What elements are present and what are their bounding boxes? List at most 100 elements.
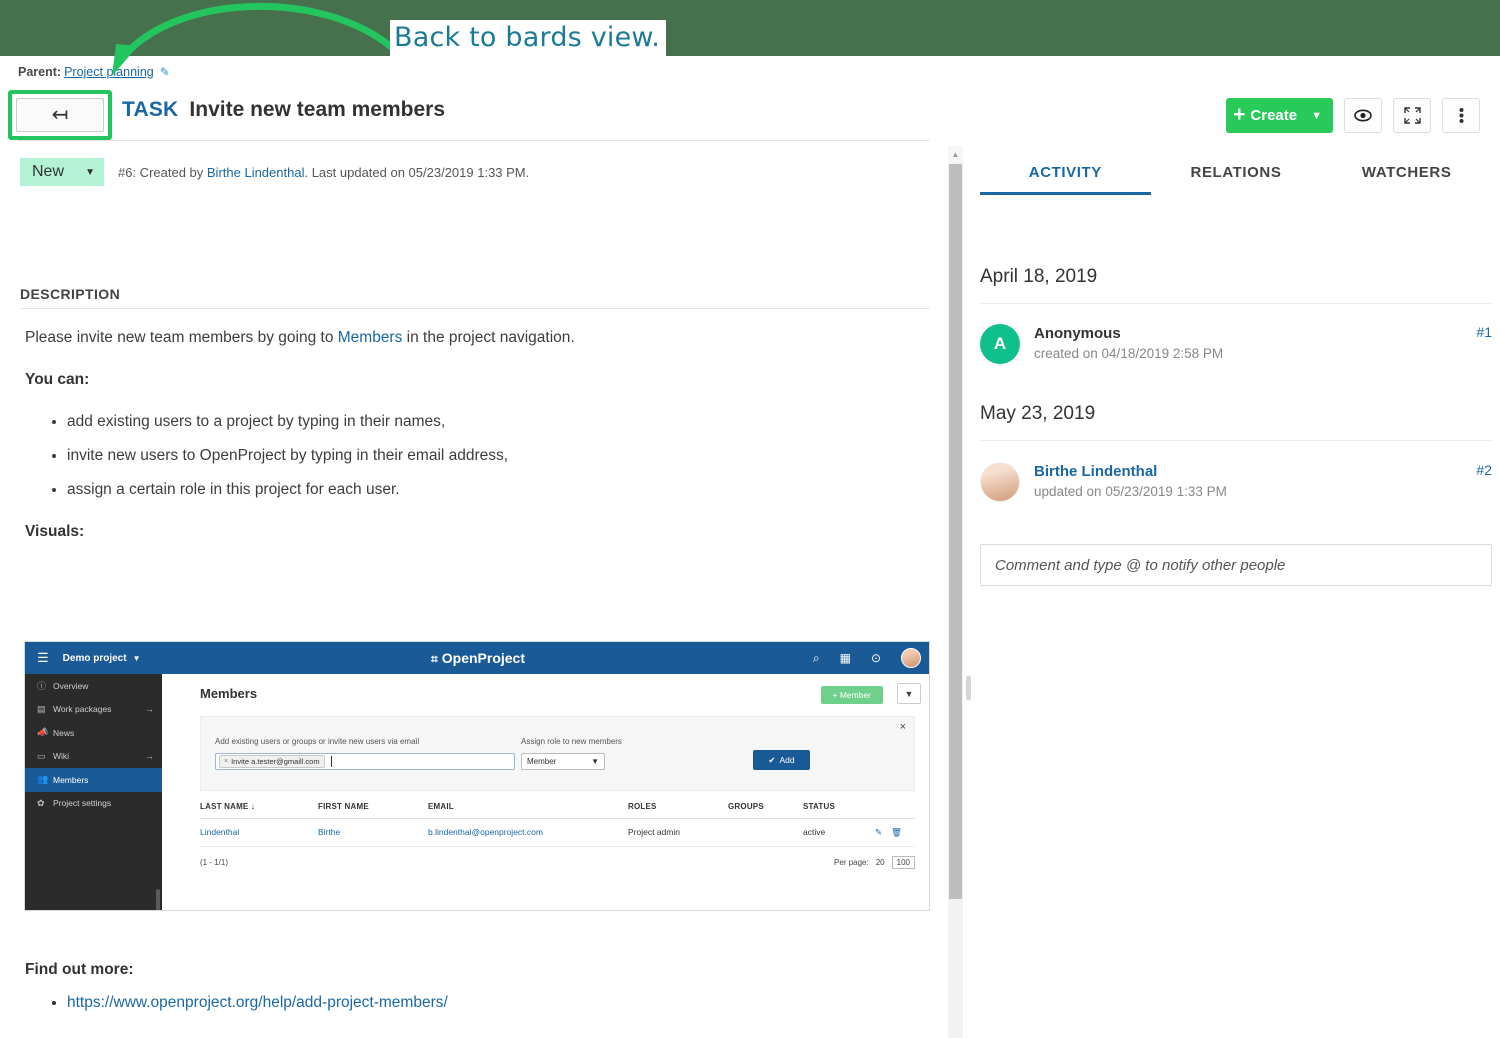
fullscreen-icon xyxy=(1403,107,1421,124)
close-icon: × xyxy=(899,721,906,733)
eye-icon xyxy=(1354,109,1372,122)
list-item: invite new users to OpenProject by typin… xyxy=(67,444,925,468)
annotation-callout-text: Back to bards view. xyxy=(390,20,666,57)
header-action-bar: + Create ▼ xyxy=(1226,98,1480,133)
table-row: Lindenthal Birthe b.lindenthal@openproje… xyxy=(200,819,915,847)
cell-email: b.lindenthal@openproject.com xyxy=(428,827,543,837)
cell-roles: Project admin xyxy=(628,827,680,837)
openproject-logo-icon: ⌗ xyxy=(430,651,438,666)
plus-icon: + xyxy=(1233,103,1246,126)
info-circle-icon: ⓘ xyxy=(37,681,47,692)
more-menu-button[interactable] xyxy=(1442,98,1480,133)
column-header-last-name: LAST NAME ↓ xyxy=(200,802,318,811)
tab-relations[interactable]: RELATIONS xyxy=(1151,164,1322,195)
embedded-main: Members + Member ▼ × Add existing users … xyxy=(162,674,929,910)
status-value: New xyxy=(32,163,65,180)
comment-input[interactable]: Comment and type @ to notify other peopl… xyxy=(980,544,1492,586)
invite-token-label: Invite a.tester@gmaill.com xyxy=(231,757,320,766)
back-to-list-button[interactable]: ↤ xyxy=(16,98,104,132)
status-badge[interactable]: New ▼ xyxy=(20,158,104,186)
chevron-down-icon: ▼ xyxy=(591,757,599,766)
work-package-subject[interactable]: Invite new team members xyxy=(189,98,445,122)
tab-activity[interactable]: ACTIVITY xyxy=(980,164,1151,195)
modules-grid-icon: ▦ xyxy=(839,651,851,665)
work-package-meta: #6: Created by Birthe Lindenthal. Last u… xyxy=(118,165,529,180)
arrow-right-icon: → xyxy=(145,751,154,762)
remove-token-icon: × xyxy=(224,758,229,765)
fullscreen-button[interactable] xyxy=(1393,98,1431,133)
avatar xyxy=(901,648,921,668)
activity-number[interactable]: #1 xyxy=(1476,324,1492,340)
sidebar-item-label: Work packages xyxy=(53,704,112,715)
activity-date-group-1: April 18, 2019 xyxy=(980,266,1098,287)
trash-icon: 🗑 xyxy=(891,827,902,837)
watch-button[interactable] xyxy=(1344,98,1382,133)
role-select-value: Member xyxy=(527,757,557,766)
embedded-topbar: ☰ Demo project ▼ ⌗ OpenProject ⌕ ▦ ⊙ xyxy=(25,642,929,674)
meta-author-link[interactable]: Birthe Lindenthal xyxy=(207,165,305,180)
work-package-details-pane: New ▼ #6: Created by Birthe Lindenthal. … xyxy=(0,146,945,1038)
help-link[interactable]: https://www.openproject.org/help/add-pro… xyxy=(67,994,448,1011)
activity-author: Anonymous xyxy=(1034,325,1121,342)
table-footer: (1 - 1/1) Per page: 20 100 xyxy=(200,847,915,869)
intro-after: in the project navigation. xyxy=(402,329,575,346)
pencil-icon: ✎ xyxy=(875,827,883,837)
invite-token: × Invite a.tester@gmaill.com xyxy=(219,755,325,768)
embedded-logo: ⌗ OpenProject xyxy=(25,650,929,667)
meta-prefix: #6: Created by xyxy=(118,164,207,180)
sidebar-item-label: Project settings xyxy=(53,798,112,809)
embedded-sidebar-scrollbar xyxy=(156,889,160,910)
description-bullet-list: add existing users to a project by typin… xyxy=(25,410,925,502)
gear-icon: ✿ xyxy=(37,797,45,808)
status-row: New ▼ #6: Created by Birthe Lindenthal. … xyxy=(20,158,529,186)
activity-tabs: ACTIVITY RELATIONS WATCHERS xyxy=(980,164,1492,195)
people-icon: 👥 xyxy=(37,774,49,785)
sidebar-item-news: 📣 News xyxy=(25,721,162,745)
embedded-sidebar: ⓘ Overview ▤ Work packages → 📣 News ▭ Wiki → 👥… xyxy=(25,674,162,910)
pane-resize-handle[interactable] xyxy=(966,676,971,700)
table-header-row: LAST NAME ↓ FIRST NAME EMAIL ROLES GROUP… xyxy=(200,802,915,819)
kebab-menu-icon xyxy=(1459,108,1463,123)
activity-author[interactable]: Birthe Lindenthal xyxy=(1034,462,1227,482)
column-header-email: EMAIL xyxy=(428,802,454,811)
sidebar-item-label: News xyxy=(53,727,75,738)
column-header-first-name: FIRST NAME xyxy=(318,802,369,811)
avatar: A xyxy=(980,324,1020,364)
add-button: ✔ Add xyxy=(753,750,810,770)
tab-watchers[interactable]: WATCHERS xyxy=(1321,164,1492,195)
invite-field-label: Add existing users or groups or invite n… xyxy=(215,737,420,746)
result-count: (1 - 1/1) xyxy=(200,858,229,867)
embedded-page-title: Members xyxy=(200,686,258,701)
book-icon: ▭ xyxy=(37,750,46,761)
column-header-status: STATUS xyxy=(803,802,836,811)
check-icon: ✔ xyxy=(768,754,776,765)
role-field-label: Assign role to new members xyxy=(521,737,622,746)
embedded-top-icons: ⌕ ▦ ⊙ xyxy=(813,648,921,668)
per-page-option-20: 20 xyxy=(875,858,885,867)
sidebar-item-members: 👥 Members xyxy=(25,768,162,792)
work-package-type: TASK xyxy=(122,98,179,121)
description-body[interactable]: Please invite new team members by going … xyxy=(25,326,925,562)
content-pane-scrollbar[interactable]: ▲ xyxy=(948,146,963,1038)
per-page-control: Per page: 20 100 xyxy=(834,856,915,869)
scrollbar-thumb[interactable] xyxy=(949,164,962,899)
app-window: Parent: Project planning ✎ ↤ TASK Invite n… xyxy=(0,56,1500,1038)
activity-divider-2 xyxy=(980,440,1492,441)
description-intro: Please invite new team members by going … xyxy=(25,326,925,350)
create-button[interactable]: + Create ▼ xyxy=(1226,98,1333,133)
activity-pane: ACTIVITY RELATIONS WATCHERS April 18, 20… xyxy=(972,146,1500,1038)
members-link[interactable]: Members xyxy=(338,329,403,346)
cell-groups xyxy=(728,827,803,838)
per-page-label: Per page: xyxy=(834,858,869,867)
activity-number[interactable]: #2 xyxy=(1476,462,1492,478)
embedded-screenshot-image: ☰ Demo project ▼ ⌗ OpenProject ⌕ ▦ ⊙ ⓘ Over… xyxy=(24,641,930,911)
scroll-up-arrow-icon[interactable]: ▲ xyxy=(948,146,963,162)
create-button-label: Create xyxy=(1250,107,1298,124)
role-select: Member ▼ xyxy=(521,753,605,770)
annotation-arrow-icon xyxy=(112,3,394,76)
cell-first-name: Birthe xyxy=(318,827,341,837)
breadcrumb-parent-label: Parent: xyxy=(18,65,62,79)
per-page-option-100: 100 xyxy=(891,856,915,869)
you-can-label: You can: xyxy=(25,371,90,389)
activity-entry: A Anonymous created on 04/18/2019 2:58 P… xyxy=(980,324,1492,364)
